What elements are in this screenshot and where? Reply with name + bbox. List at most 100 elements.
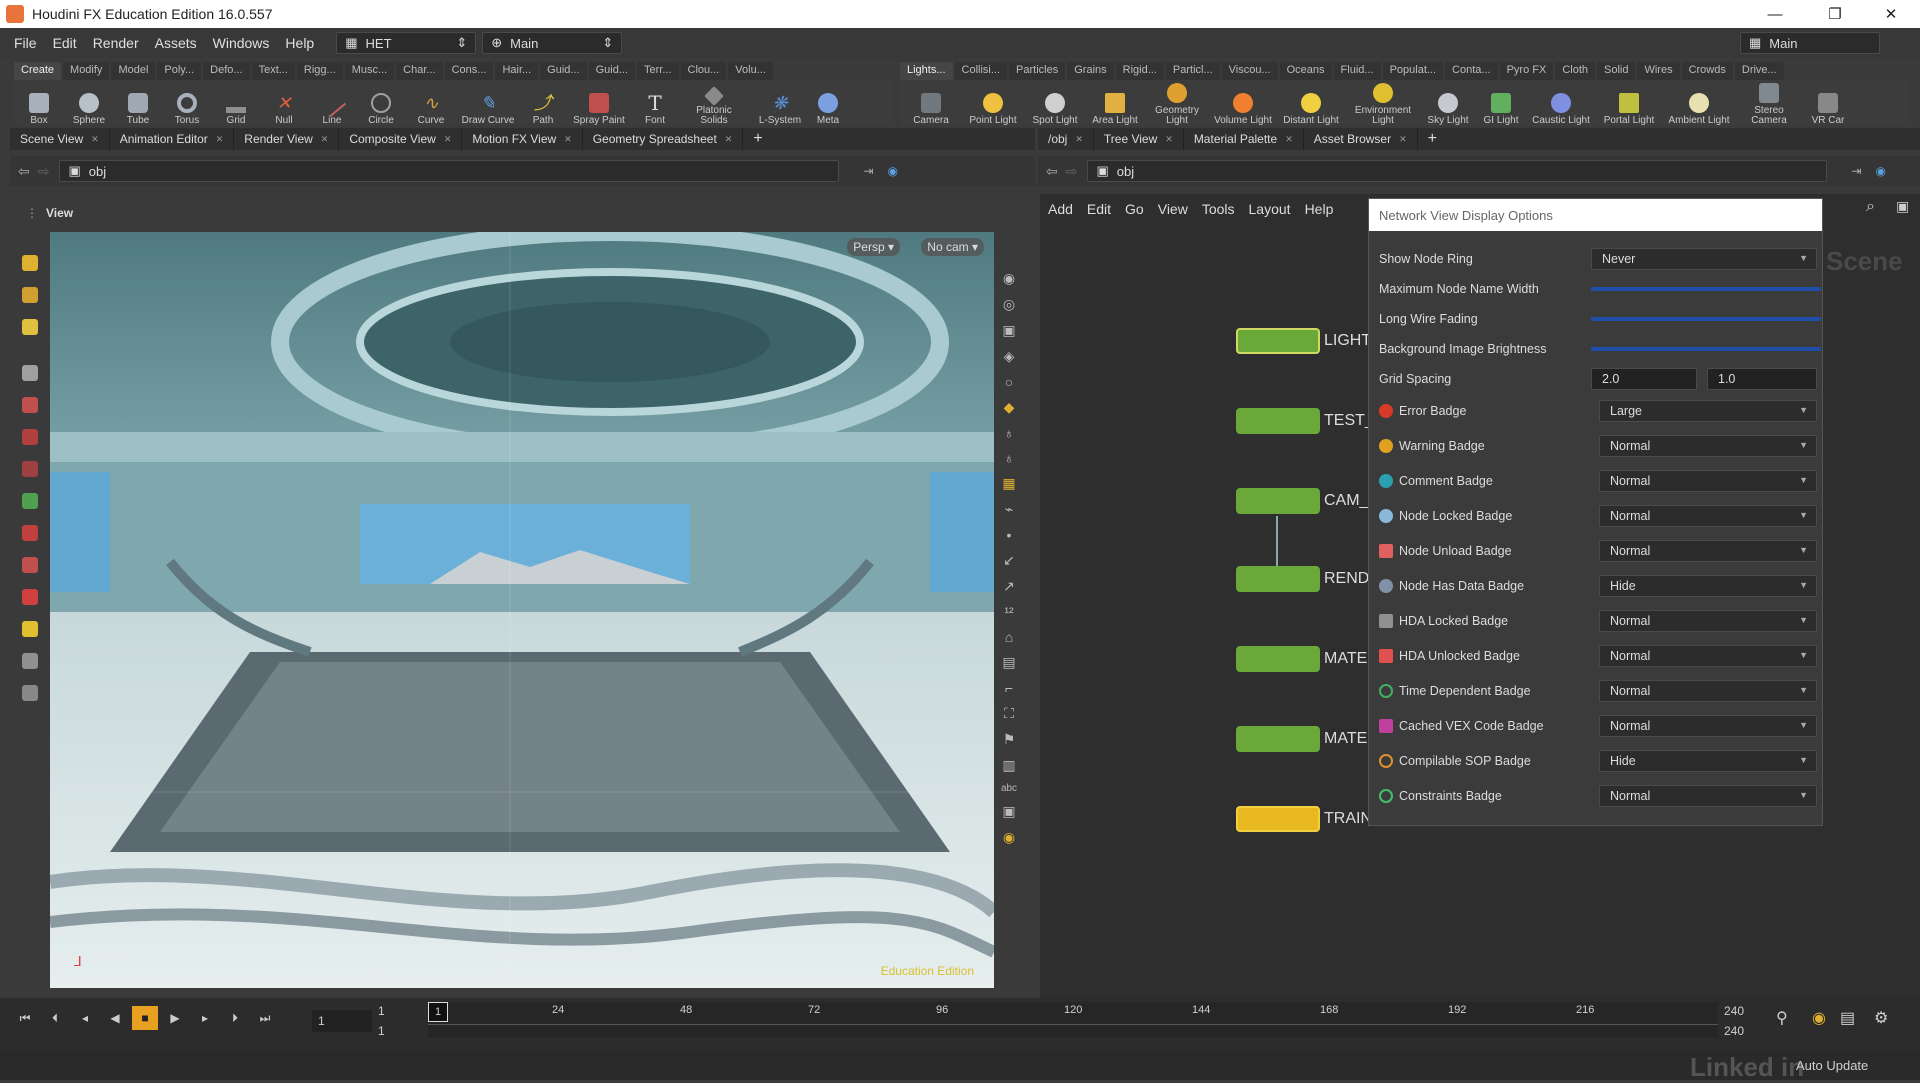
tool-caustic-light[interactable]: Caustic Light [1526, 80, 1596, 126]
ghost-icon[interactable]: ◎ [1003, 296, 1015, 313]
menu-windows[interactable]: Windows [205, 35, 278, 51]
shelf-tab[interactable]: Guid... [588, 62, 635, 80]
node-unload-badge-select[interactable]: Normal ▼ [1599, 540, 1817, 562]
node-cam[interactable] [1236, 488, 1320, 514]
constraints-badge-select[interactable]: Normal ▼ [1599, 785, 1817, 807]
shelf-tab[interactable]: Lights... [900, 62, 953, 80]
tool-circle[interactable]: Circle [356, 80, 406, 126]
menu-edit[interactable]: Edit [45, 35, 85, 51]
shelf-tab[interactable]: Clou... [680, 62, 727, 80]
shelf-tab[interactable]: Create [14, 62, 62, 80]
prev-key-icon[interactable]: ⏴ [42, 1006, 68, 1030]
visualize-icon[interactable] [16, 648, 44, 674]
menu-edit[interactable]: Edit [1087, 201, 1111, 217]
maximize-button[interactable]: ❐ [1812, 0, 1858, 28]
shelf-tab[interactable]: Particl... [1165, 62, 1220, 80]
tool-torus[interactable]: Torus [162, 80, 212, 126]
node-test[interactable] [1236, 408, 1320, 434]
tool-sky-light[interactable]: Sky Light [1420, 80, 1476, 126]
comment-badge-select[interactable]: Normal ▼ [1599, 470, 1817, 492]
back-arrow-icon[interactable]: ⇦ [18, 163, 30, 180]
link-icon[interactable]: ◉ [888, 164, 898, 178]
tool-platonic-solids[interactable]: Platonic Solids [678, 80, 750, 126]
cached-vex-badge-select[interactable]: Normal ▼ [1599, 715, 1817, 737]
minimize-button[interactable]: — [1752, 0, 1798, 28]
render-region-icon[interactable] [16, 680, 44, 706]
eye-icon[interactable]: ◉ [1003, 270, 1015, 287]
stop-icon[interactable]: ■ [132, 1006, 158, 1030]
camera-menu[interactable]: No cam ▾ [921, 238, 984, 256]
tab-geometry-spreadsheet[interactable]: Geometry Spreadsheet ✕ [583, 128, 744, 150]
close-icon[interactable]: ✕ [444, 134, 452, 145]
menu-render[interactable]: Render [85, 35, 147, 51]
close-icon[interactable]: ✕ [91, 134, 99, 145]
node-locked-badge-select[interactable]: Normal ▼ [1599, 505, 1817, 527]
key-icon[interactable]: ⚲ [1776, 1008, 1788, 1028]
tool-sphere[interactable]: Sphere [64, 80, 114, 126]
tool-line[interactable]: Line [308, 80, 356, 126]
tab-composite-view[interactable]: Composite View ✕ [339, 128, 463, 150]
close-icon[interactable]: ✕ [216, 134, 224, 145]
shelf-tab[interactable]: Grains [1067, 62, 1114, 80]
shelf-tab[interactable]: Crowds [1681, 62, 1733, 80]
grid-spacing-y-input[interactable]: 1.0 [1707, 368, 1817, 390]
scene-viewport[interactable]: Persp ▾ No cam ▾ ⅃ Education Edition [50, 232, 994, 988]
pointer-icon[interactable] [16, 360, 44, 386]
node-has-data-badge-select[interactable]: Hide ▼ [1599, 575, 1817, 597]
node-mate-1[interactable] [1236, 646, 1320, 672]
normal-icon[interactable]: ↙ [1003, 552, 1015, 569]
snapshot-icon[interactable]: ▣ [1002, 803, 1015, 820]
close-icon[interactable]: ✕ [1075, 134, 1083, 145]
menu-view[interactable]: View [1158, 201, 1188, 217]
menu-tools[interactable]: Tools [1202, 201, 1235, 217]
auto-update-toggle[interactable]: Auto Update [1796, 1058, 1868, 1073]
bg-image-brightness-slider[interactable] [1591, 347, 1821, 351]
shelf-tab[interactable]: Terr... [636, 62, 679, 80]
menu-assets[interactable]: Assets [147, 35, 205, 51]
realtime-icon[interactable]: ◉ [1812, 1008, 1826, 1028]
show-node-ring-select[interactable]: Never ▼ [1591, 248, 1817, 270]
shelf-tab[interactable]: Collisi... [954, 62, 1008, 80]
rotate-icon[interactable] [16, 424, 44, 450]
tool-geometry-light[interactable]: Geometry Light [1144, 80, 1210, 126]
light-icon[interactable]: ○ [1005, 374, 1013, 390]
tool-portal-light[interactable]: Portal Light [1596, 80, 1662, 126]
shelf-tab[interactable]: Oceans [1279, 62, 1332, 80]
tool-meta[interactable]: Meta [810, 80, 846, 126]
context-selector[interactable]: ⊕ Main ⇕ [482, 32, 623, 54]
move-tool-icon[interactable] [16, 282, 44, 308]
shelf-tab[interactable]: Model [111, 62, 156, 80]
close-icon[interactable]: ✕ [1165, 134, 1173, 145]
shelf-tab[interactable]: Rigid... [1115, 62, 1164, 80]
tab-tree-view[interactable]: Tree View ✕ [1094, 128, 1184, 150]
tool-font[interactable]: T Font [632, 80, 678, 126]
snapshot-icon[interactable]: ▣ [1896, 198, 1909, 215]
back-arrow-icon[interactable]: ⇦ [1046, 163, 1058, 180]
point-icon[interactable]: • [1007, 527, 1012, 543]
tab-render-view[interactable]: Render View ✕ [234, 128, 340, 150]
current-frame-field[interactable]: 1 [312, 1010, 372, 1032]
range-end-2[interactable]: 240 [1724, 1024, 1744, 1038]
shelf-tab[interactable]: Conta... [1445, 62, 1498, 80]
settings-icon[interactable]: ⚙ [1874, 1008, 1888, 1028]
wire-icon[interactable]: ▦ [1002, 475, 1015, 492]
add-tab-icon[interactable]: + [1418, 128, 1447, 150]
close-icon[interactable]: ✕ [321, 134, 329, 145]
menu-layout[interactable]: Layout [1249, 201, 1291, 217]
time-slider[interactable]: 1 24 48 72 96 120 144 168 192 216 [428, 1002, 1718, 1038]
tab-motion-fx-view[interactable]: Motion FX View ✕ [462, 128, 583, 150]
headlight-icon[interactable]: ◆ [1004, 399, 1015, 416]
shelf-tab[interactable]: Poly... [157, 62, 202, 80]
search-icon[interactable]: ⌕ [1866, 198, 1875, 216]
range-start[interactable]: 1 [378, 1004, 385, 1018]
menu-file[interactable]: File [6, 35, 45, 51]
text-icon[interactable]: abc [1001, 783, 1017, 794]
shelf-tab[interactable]: Cons... [444, 62, 494, 80]
shelf-tab[interactable]: Solid [1597, 62, 1636, 80]
shelf-tab[interactable]: Hair... [495, 62, 539, 80]
tab-asset-browser[interactable]: Asset Browser ✕ [1304, 128, 1418, 150]
hda-locked-badge-select[interactable]: Normal ▼ [1599, 610, 1817, 632]
time-dependent-badge-select[interactable]: Normal ▼ [1599, 680, 1817, 702]
error-badge-select[interactable]: Large ▼ [1599, 400, 1817, 422]
tool-grid[interactable]: Grid [212, 80, 260, 126]
